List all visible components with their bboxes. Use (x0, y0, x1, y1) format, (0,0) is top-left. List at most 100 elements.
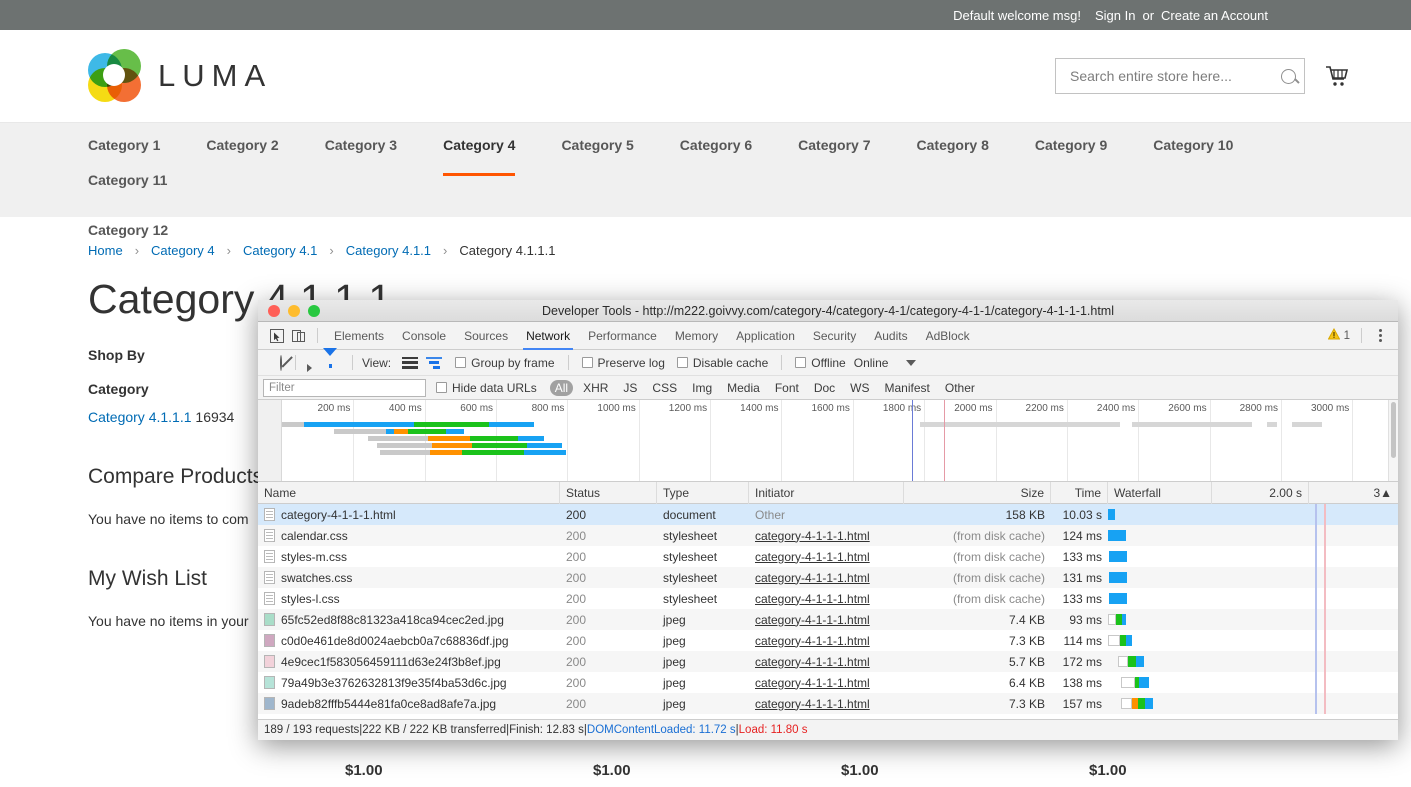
nav-item-category-5[interactable]: Category 5 (561, 137, 633, 172)
hide-data-urls-box[interactable] (436, 382, 447, 393)
column-header-status[interactable]: Status (560, 482, 657, 504)
filter-type-media[interactable]: Media (722, 380, 765, 396)
nav-item-category-7[interactable]: Category 7 (798, 137, 870, 172)
nav-item-category-8[interactable]: Category 8 (917, 137, 989, 172)
disable-cache-box[interactable] (676, 357, 688, 368)
overview-scrollbar[interactable] (1388, 400, 1398, 481)
initiator-link[interactable]: category-4-1-1-1.html (755, 613, 870, 627)
devtools-tab-memory[interactable]: Memory (666, 322, 727, 350)
hide-data-urls-checkbox[interactable]: Hide data URLs (436, 381, 537, 395)
column-header-size[interactable]: Size (904, 482, 1051, 504)
table-row[interactable]: styles-l.css 200 stylesheet category-4-1-1-… (258, 588, 1398, 609)
devtools-tab-performance[interactable]: Performance (579, 322, 666, 350)
filter-type-other[interactable]: Other (940, 380, 980, 396)
nav-item-category-11[interactable]: Category 11 (88, 172, 167, 207)
cell-status: 200 (566, 549, 587, 564)
initiator-link[interactable]: category-4-1-1-1.html (755, 571, 870, 585)
toggle-device-toolbar-icon[interactable] (288, 326, 310, 346)
offline-box[interactable] (795, 357, 807, 368)
table-row[interactable]: 79a49b3e3762632813f9e35f4ba53d6c.jpg 200 j… (258, 672, 1398, 693)
table-row[interactable]: 4e9cec1f583056459111d63e24f3b8ef.jpg 200 j… (258, 651, 1398, 672)
initiator-link[interactable]: category-4-1-1-1.html (755, 634, 870, 648)
cell-size: 7.3 KB (1008, 633, 1045, 648)
filter-type-font[interactable]: Font (770, 380, 804, 396)
chevron-down-icon[interactable] (906, 359, 917, 366)
column-header-time[interactable]: Time (1051, 482, 1108, 504)
table-row[interactable]: 9adeb82fffb5444e81fa0ce8ad8afe7a.jpg 200 j… (258, 693, 1398, 714)
search-box[interactable] (1055, 58, 1305, 94)
devtools-tab-sources[interactable]: Sources (455, 322, 517, 350)
filter-type-doc[interactable]: Doc (809, 380, 840, 396)
devtools-tab-console[interactable]: Console (393, 322, 455, 350)
column-header-initiator[interactable]: Initiator (749, 482, 904, 504)
initiator-link[interactable]: category-4-1-1-1.html (755, 529, 870, 543)
nav-item-category-12[interactable]: Category 12 (88, 222, 168, 257)
list-view-icon[interactable] (397, 356, 423, 369)
window-controls[interactable] (258, 304, 320, 317)
filter-type-manifest[interactable]: Manifest (880, 380, 935, 396)
initiator-link[interactable]: category-4-1-1-1.html (755, 592, 870, 606)
nav-item-category-2[interactable]: Category 2 (206, 137, 278, 172)
requests-count: 189 / 193 requests (264, 724, 360, 736)
clear-button[interactable] (274, 354, 288, 371)
inspect-element-icon[interactable] (266, 326, 288, 346)
table-row[interactable]: category-4-1-1-1.html 200 document Other 158… (258, 504, 1398, 525)
nav-item-category-1[interactable]: Category 1 (88, 137, 160, 172)
group-by-frame-checkbox[interactable]: Group by frame (455, 356, 555, 370)
initiator-link[interactable]: category-4-1-1-1.html (755, 655, 870, 669)
maximize-window-icon[interactable] (308, 304, 320, 317)
table-row[interactable]: c0d0e461de8d0024aebcb0a7c68836df.jpg 200 j… (258, 630, 1398, 651)
more-options-icon[interactable] (1373, 329, 1388, 342)
overview-timeline[interactable]: 200 ms 400 ms 600 ms 800 ms 1000 ms 1200 ms 14… (282, 400, 1388, 481)
filter-type-js[interactable]: JS (618, 380, 642, 396)
cart-icon[interactable] (1325, 65, 1349, 87)
filter-input[interactable] (263, 378, 426, 397)
table-row[interactable]: calendar.css 200 stylesheet category-4-1-1-… (258, 525, 1398, 546)
search-input[interactable] (1068, 67, 1281, 85)
search-icon[interactable] (1281, 68, 1296, 84)
devtools-titlebar[interactable]: Developer Tools - http://m222.goivvy.com… (258, 300, 1398, 322)
column-header-name[interactable]: Name (258, 482, 560, 504)
table-row[interactable]: swatches.css 200 stylesheet category-4-1-1-… (258, 567, 1398, 588)
table-row[interactable]: styles-m.css 200 stylesheet category-4-1-1-… (258, 546, 1398, 567)
devtools-tab-adblock[interactable]: AdBlock (917, 322, 979, 350)
filter-type-all[interactable]: All (549, 379, 574, 396)
nav-item-category-4[interactable]: Category 4 (443, 137, 516, 176)
devtools-tab-elements[interactable]: Elements (325, 322, 393, 350)
column-header-type[interactable]: Type (657, 482, 749, 504)
throttle-value[interactable]: Online (854, 356, 889, 370)
filter-type-xhr[interactable]: XHR (578, 380, 613, 396)
breadcrumb-item-3[interactable]: Category 4.1.1 (346, 243, 431, 258)
nav-item-category-6[interactable]: Category 6 (680, 137, 752, 172)
devtools-tab-audits[interactable]: Audits (865, 322, 916, 350)
nav-item-category-9[interactable]: Category 9 (1035, 137, 1107, 172)
devtools-tab-security[interactable]: Security (804, 322, 865, 350)
sign-in-link[interactable]: Sign In (1095, 8, 1135, 23)
filter-type-css[interactable]: CSS (647, 380, 682, 396)
devtools-tab-network[interactable]: Network (517, 322, 579, 350)
initiator-link[interactable]: category-4-1-1-1.html (755, 697, 870, 711)
breadcrumb-item-2[interactable]: Category 4.1 (243, 243, 317, 258)
close-window-icon[interactable] (268, 304, 280, 317)
preserve-log-checkbox[interactable]: Preserve log (581, 356, 665, 370)
offline-checkbox[interactable]: Offline (795, 356, 846, 370)
disable-cache-checkbox[interactable]: Disable cache (676, 356, 768, 370)
nav-item-category-3[interactable]: Category 3 (325, 137, 397, 172)
logo[interactable]: LUMA (88, 49, 272, 103)
filter-toggle-icon[interactable] (315, 347, 345, 370)
minimize-window-icon[interactable] (288, 304, 300, 317)
waterfall-view-icon[interactable] (423, 356, 449, 369)
initiator-link[interactable]: category-4-1-1-1.html (755, 550, 870, 564)
devtools-tab-application[interactable]: Application (727, 322, 804, 350)
group-by-frame-box[interactable] (455, 357, 467, 368)
filter-type-ws[interactable]: WS (845, 380, 874, 396)
warning-icon[interactable] (1327, 327, 1340, 345)
column-header-waterfall[interactable]: Waterfall 2.00 s 3▲ (1108, 482, 1398, 504)
table-row[interactable]: 65fc52ed8f88c81323a418ca94cec2ed.jpg 200 j… (258, 609, 1398, 630)
preserve-log-box[interactable] (581, 357, 593, 368)
filter-type-img[interactable]: Img (687, 380, 717, 396)
cell-status: 200 (566, 696, 587, 711)
nav-item-category-10[interactable]: Category 10 (1153, 137, 1233, 172)
initiator-link[interactable]: category-4-1-1-1.html (755, 676, 870, 690)
create-account-link[interactable]: Create an Account (1161, 8, 1268, 23)
